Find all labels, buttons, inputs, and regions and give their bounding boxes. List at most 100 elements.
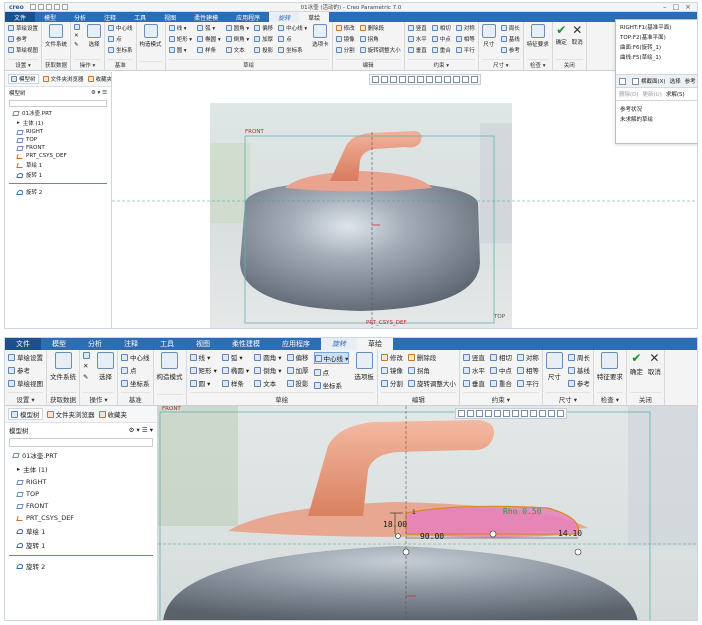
- group-label[interactable]: 检查 ▾: [596, 392, 623, 405]
- tree-item-top[interactable]: TOP: [5, 136, 111, 144]
- perimeter-button[interactable]: 周长: [500, 24, 520, 32]
- sketch-setup-button[interactable]: 草绘设置: [8, 24, 38, 32]
- equal-constraint-button[interactable]: 相等: [516, 365, 539, 375]
- dimension-button[interactable]: 尺寸: [545, 352, 563, 392]
- datum-display-icon[interactable]: [521, 410, 528, 417]
- baseline-button[interactable]: 基线: [567, 365, 590, 375]
- dimension-button[interactable]: 尺寸: [481, 24, 496, 59]
- tree-item-revolve1[interactable]: 旋转 1: [5, 538, 157, 552]
- tree-item-csys[interactable]: PRT_CSYS_DEF: [5, 152, 111, 160]
- tab-annotate[interactable]: 注释: [95, 12, 125, 22]
- tree-search-input[interactable]: [9, 438, 153, 447]
- parallel-constraint-button[interactable]: 平行: [455, 46, 475, 54]
- group-label[interactable]: 约束 ▾: [407, 59, 475, 70]
- circle-button[interactable]: 圆 ▾: [189, 378, 217, 388]
- corner-button[interactable]: 拐角: [359, 35, 401, 43]
- reference-item[interactable]: TOP:F2(基准平面): [616, 32, 697, 42]
- tab-file[interactable]: 文件: [5, 338, 41, 350]
- sketch-csys-button[interactable]: 坐标系: [278, 46, 307, 54]
- group-label[interactable]: 尺寸 ▾: [481, 59, 520, 70]
- sketch-view-button[interactable]: 草绘视图: [8, 378, 43, 388]
- datum-csys-button[interactable]: 坐标系: [121, 378, 150, 388]
- sketch-point-button[interactable]: 点: [278, 35, 307, 43]
- ok-button[interactable]: ✔ 确定: [630, 352, 643, 392]
- datum-centerline-button[interactable]: 中心线: [121, 352, 150, 362]
- references-button[interactable]: 参考: [8, 35, 38, 43]
- feature-requirements-button[interactable]: 特征要求: [597, 352, 623, 392]
- equal-constraint-button[interactable]: 相等: [455, 35, 475, 43]
- horizontal-constraint-button[interactable]: 水平: [462, 365, 485, 375]
- sketch-csys-button[interactable]: 坐标系: [313, 380, 350, 390]
- tab-favorites[interactable]: 收藏夹: [98, 408, 127, 420]
- mirror-button[interactable]: 镜像: [335, 35, 355, 43]
- perimeter-button[interactable]: 周长: [567, 352, 590, 362]
- tab-view[interactable]: 视图: [185, 338, 221, 350]
- tree-search-input[interactable]: [9, 100, 107, 107]
- sketch-view-icon[interactable]: [512, 410, 519, 417]
- rotate-resize-button[interactable]: 旋转调整大小: [359, 46, 401, 54]
- expand-icon[interactable]: ▸: [17, 465, 20, 473]
- parallel-constraint-button[interactable]: 平行: [516, 378, 539, 388]
- graphics-area[interactable]: FRONT PRT_CSYS_DEF TOP: [112, 72, 697, 328]
- sketch-setup-button[interactable]: 草绘设置: [8, 352, 43, 362]
- sketch-centerline-button[interactable]: 中心线 ▾: [278, 24, 307, 32]
- delete-segment-button[interactable]: 删除段: [359, 24, 401, 32]
- ellipse-button[interactable]: 椭圆 ▾: [221, 365, 249, 375]
- tab-tools[interactable]: 工具: [125, 12, 155, 22]
- rectangle-button[interactable]: 矩形 ▾: [168, 35, 192, 43]
- insert-indicator[interactable]: [9, 555, 153, 556]
- rotate-resize-button[interactable]: 旋转调整大小: [407, 378, 456, 388]
- project-button[interactable]: 投影: [254, 46, 273, 54]
- reference-dim-button[interactable]: 参考: [500, 46, 520, 54]
- tab-view[interactable]: 视图: [155, 12, 185, 22]
- project-button[interactable]: 投影: [286, 378, 309, 388]
- line-button[interactable]: 线 ▾: [168, 24, 193, 32]
- group-label[interactable]: 尺寸 ▾: [545, 392, 590, 405]
- tree-item-right[interactable]: RIGHT: [5, 476, 157, 488]
- tab-analysis[interactable]: 分析: [65, 12, 95, 22]
- chamfer-button[interactable]: 倒角 ▾: [225, 35, 249, 43]
- reference-dim-button[interactable]: 参考: [567, 378, 590, 388]
- ellipse-button[interactable]: 椭圆 ▾: [197, 35, 221, 43]
- modify-button[interactable]: 修改: [335, 24, 355, 32]
- sketch-point-button[interactable]: 点: [313, 367, 350, 377]
- delete-op-button[interactable]: ✕: [83, 362, 92, 370]
- zoom-in-icon[interactable]: [467, 410, 474, 417]
- copy-button[interactable]: [74, 24, 82, 30]
- datum-centerline-button[interactable]: 中心线: [108, 24, 133, 32]
- dimension-width[interactable]: 90.00: [420, 532, 444, 541]
- tab-applications[interactable]: 应用程序: [227, 12, 269, 22]
- spin-center-icon[interactable]: [539, 410, 546, 417]
- tree-item-revolve1[interactable]: 旋转 1: [5, 170, 111, 180]
- section-icon[interactable]: [557, 410, 564, 417]
- palette-button[interactable]: 选项卡: [312, 24, 329, 59]
- file-system-button[interactable]: 文件系统: [45, 24, 67, 59]
- zoom-out-icon[interactable]: [476, 410, 483, 417]
- datum-csys-button[interactable]: 坐标系: [108, 46, 133, 54]
- annotation-display-icon[interactable]: [530, 410, 537, 417]
- reference-item[interactable]: RIGHT:F1(基准平面): [616, 22, 697, 32]
- file-system-button[interactable]: 文件系统: [50, 352, 76, 392]
- chamfer-button[interactable]: 倒角 ▾: [254, 365, 282, 375]
- rectangle-button[interactable]: 矩形 ▾: [189, 365, 217, 375]
- text-button[interactable]: 文本: [254, 378, 281, 388]
- fillet-button[interactable]: 圆角 ▾: [225, 24, 249, 32]
- update-ref-button[interactable]: 更新(U): [643, 90, 662, 98]
- sketcher-display-icon[interactable]: [548, 410, 555, 417]
- tree-item-right[interactable]: RIGHT: [5, 128, 111, 136]
- tab-favorites[interactable]: 收藏夹: [87, 74, 111, 84]
- reference-item[interactable]: 曲面:F6(旋转_1): [616, 42, 697, 52]
- expand-icon[interactable]: ▸: [17, 120, 20, 126]
- spline-button[interactable]: 样条: [221, 378, 249, 388]
- datum-point-button[interactable]: 点: [108, 35, 133, 43]
- copy-button[interactable]: [83, 352, 92, 359]
- group-label[interactable]: 检查 ▾: [526, 59, 549, 70]
- dimension-rho[interactable]: Rho 0.50: [503, 507, 542, 516]
- midpoint-constraint-button[interactable]: 中点: [431, 35, 451, 43]
- select-ref-button[interactable]: [619, 77, 628, 85]
- group-label[interactable]: 约束 ▾: [462, 392, 539, 405]
- offset-button[interactable]: 偏移: [286, 352, 309, 362]
- tab-flexible-modeling[interactable]: 柔性建模: [185, 12, 227, 22]
- sketch-view-button[interactable]: 草绘视图: [8, 46, 38, 54]
- tab-revolve[interactable]: 旋转: [269, 12, 300, 22]
